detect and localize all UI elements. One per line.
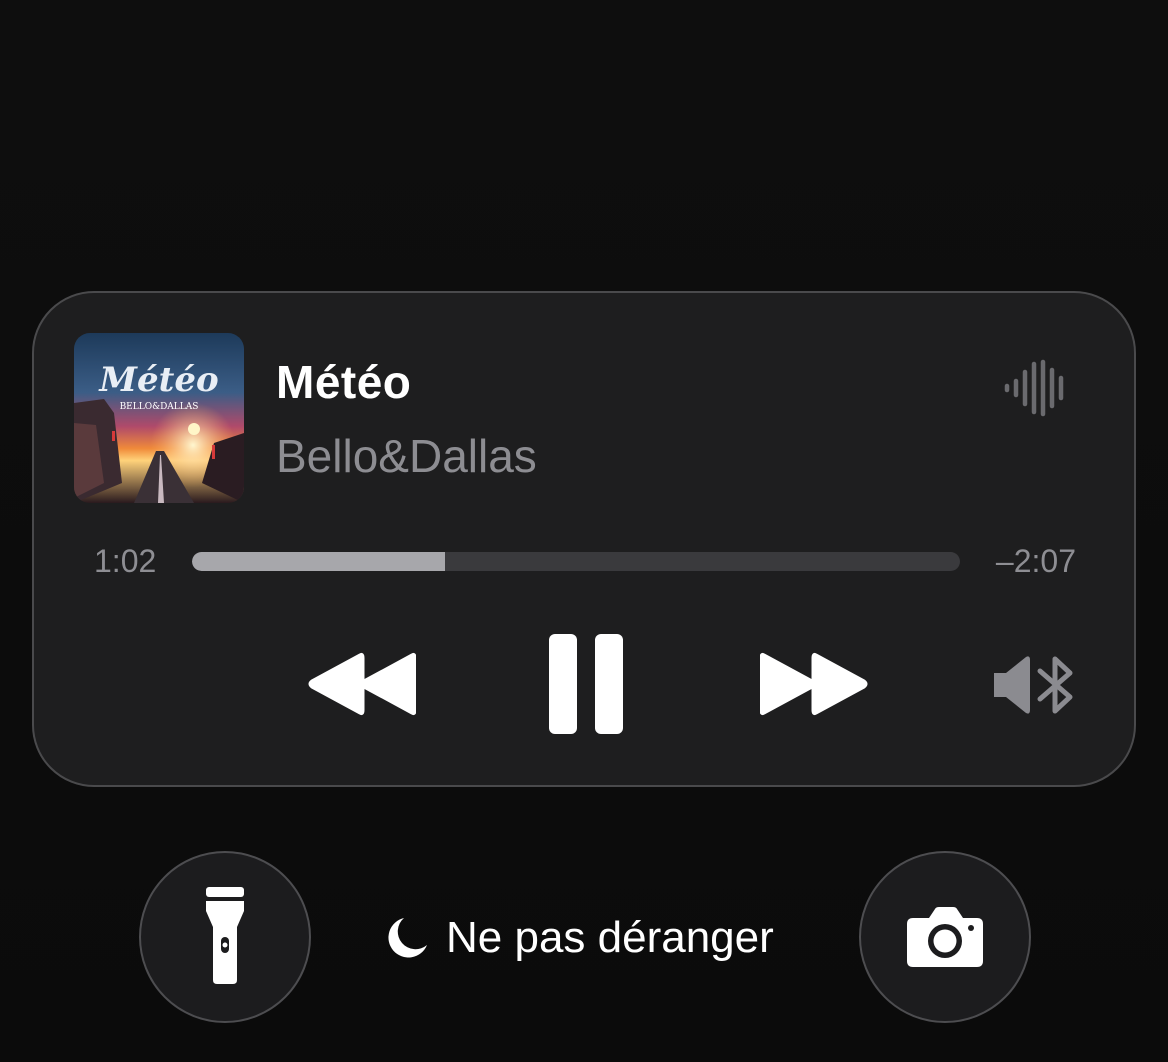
audio-output-button[interactable] [992,653,1078,717]
fast-forward-button[interactable] [759,651,868,717]
flashlight-button[interactable] [139,851,311,1023]
progress-fill [192,552,446,571]
track-title[interactable]: Météo [276,355,411,409]
do-not-disturb-indicator[interactable]: Ne pas déranger [384,910,774,966]
lock-screen: Météo BELLO&DALLAS Météo Bello&Dallas 1:… [0,0,1168,1062]
pause-icon [549,634,623,734]
waveform-icon [1004,359,1068,417]
pause-button[interactable] [548,633,626,735]
album-artwork-image: Météo BELLO&DALLAS [74,333,244,503]
now-playing-widget: Météo BELLO&DALLAS Météo Bello&Dallas 1:… [32,291,1136,787]
artwork-title-text: Météo [98,360,218,400]
flashlight-icon [206,887,244,984]
rewind-icon [308,652,417,716]
rewind-button[interactable] [308,651,417,717]
remaining-time: –2:07 [995,543,1076,579]
moon-icon [388,918,427,958]
speaker-bluetooth-icon [994,656,1073,714]
fast-forward-icon [759,652,868,716]
camera-button[interactable] [859,851,1031,1023]
track-artist[interactable]: Bello&Dallas [276,429,537,483]
elapsed-time: 1:02 [94,543,157,579]
album-artwork[interactable]: Météo BELLO&DALLAS [74,333,244,503]
camera-icon [907,907,983,967]
artwork-subtitle-text: BELLO&DALLAS [120,402,199,412]
do-not-disturb-label: Ne pas déranger [446,913,774,962]
progress-scrubber[interactable] [192,552,960,571]
